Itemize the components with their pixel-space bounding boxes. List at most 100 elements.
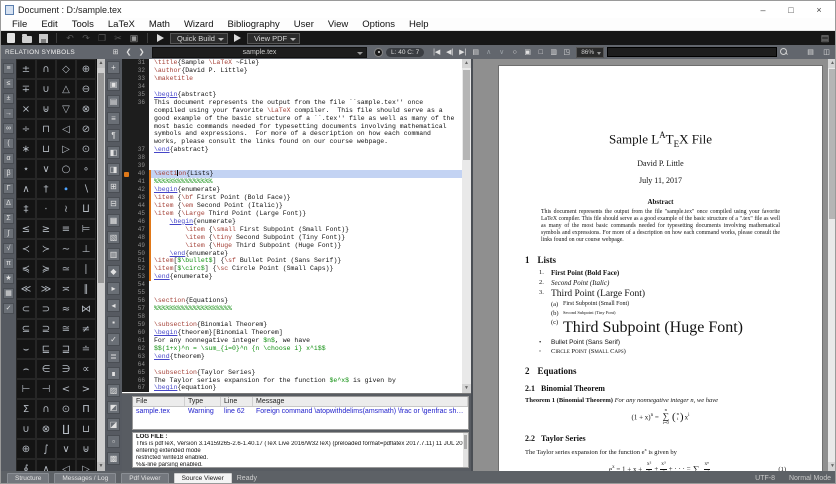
status-button-pdf-viewer[interactable]: Pdf Viewer bbox=[121, 472, 169, 483]
cut-icon[interactable]: ✂ bbox=[112, 32, 124, 44]
code-line[interactable]: 53 \end{enumerate} bbox=[122, 273, 471, 282]
code-line[interactable]: 62 $$(1+x)^n = \sum_{i=0}^n {n \choose i}… bbox=[122, 344, 471, 353]
side-tool-icon-23[interactable]: ▫ bbox=[107, 435, 120, 448]
symbol-cell[interactable]: ⊑ bbox=[36, 339, 56, 359]
maximize-button[interactable]: □ bbox=[777, 5, 805, 15]
code-line[interactable]: 31 \title{Sample \LaTeX ~File} bbox=[122, 59, 471, 67]
left-tab-icon-3[interactable]: ± bbox=[3, 93, 14, 104]
symbol-cell[interactable]: ◁ bbox=[56, 119, 76, 139]
side-tool-icon-22[interactable]: ◪ bbox=[107, 418, 120, 431]
left-tab-icon-13[interactable]: √ bbox=[3, 243, 14, 254]
detach-viewer-icon[interactable]: ◫ bbox=[820, 47, 833, 58]
code-line[interactable]: 66 The Taylor series expansion for the fu… bbox=[122, 376, 471, 385]
menu-user[interactable]: User bbox=[287, 19, 321, 30]
code-line[interactable]: 63 \end{theorem} bbox=[122, 352, 471, 361]
code-line[interactable]: 48 \item {\tiny Second Subpoint (Tiny Fo… bbox=[122, 233, 471, 242]
symbol-cell[interactable]: ⊥ bbox=[76, 239, 96, 259]
side-tool-icon-17[interactable]: ✓ bbox=[107, 333, 120, 346]
side-tool-icon-10[interactable]: ▦ bbox=[107, 214, 120, 227]
search-icon[interactable] bbox=[780, 48, 788, 56]
symbol-cell[interactable]: ∙ bbox=[56, 179, 76, 199]
code-line[interactable]: 50 \end{enumerate} bbox=[122, 249, 471, 258]
undo-icon[interactable]: ↶ bbox=[64, 32, 76, 44]
code-line[interactable]: 41%%%%%%%%%%%%%%% bbox=[122, 178, 471, 186]
symbol-cell[interactable]: ∓ bbox=[16, 79, 36, 99]
symbol-cell[interactable]: ◁ bbox=[56, 459, 76, 471]
stop-process-icon[interactable] bbox=[374, 47, 383, 57]
code-line[interactable]: 45 \item {\Large Third Point (Large Font)… bbox=[122, 209, 471, 218]
symbol-cell[interactable]: ∼ bbox=[56, 239, 76, 259]
side-tool-icon-15[interactable]: ◂ bbox=[107, 299, 120, 312]
symbol-cell[interactable]: ≠ bbox=[76, 319, 96, 339]
symbol-cell[interactable]: ∮ bbox=[16, 459, 36, 471]
side-tool-icon-18[interactable]: ≣ bbox=[107, 350, 120, 363]
left-tab-icon-14[interactable]: π bbox=[3, 258, 14, 269]
code-line[interactable]: 46 \begin{enumerate} bbox=[122, 217, 471, 226]
symbol-cell[interactable]: ⋈ bbox=[76, 299, 96, 319]
side-tool-icon-3[interactable]: ▤ bbox=[107, 95, 120, 108]
pdf-scrollbar[interactable]: ▲ ▼ bbox=[828, 59, 835, 471]
symbol-cell[interactable]: ∋ bbox=[56, 359, 76, 379]
left-tab-icon-8[interactable]: β bbox=[3, 168, 14, 179]
menu-wizard[interactable]: Wizard bbox=[177, 19, 221, 30]
code-line[interactable]: 38 bbox=[122, 154, 471, 163]
code-line[interactable]: 61 For any nonnegative integer $n$, we ha… bbox=[122, 336, 471, 345]
source-viewer-button[interactable]: Source Viewer bbox=[173, 472, 232, 483]
menu-file[interactable]: File bbox=[5, 19, 34, 30]
run-quick-build-icon[interactable] bbox=[157, 34, 164, 42]
side-tool-icon-21[interactable]: ◩ bbox=[107, 401, 120, 414]
code-line[interactable]: 40 \section{Lists} bbox=[122, 170, 471, 179]
left-tab-icon-7[interactable]: α bbox=[3, 153, 14, 164]
paste-icon[interactable]: ▣ bbox=[128, 32, 140, 44]
symbol-cell[interactable]: ⊕ bbox=[76, 59, 96, 79]
symbol-cell[interactable]: ≫ bbox=[36, 279, 56, 299]
code-line[interactable]: symbols and expressions. For more of a d… bbox=[122, 130, 471, 139]
symbol-cell[interactable]: ± bbox=[16, 59, 36, 79]
menu-math[interactable]: Math bbox=[142, 19, 177, 30]
message-row[interactable]: sample.tex Warning line 62 Foreign command … bbox=[133, 407, 468, 417]
save-icon[interactable] bbox=[37, 32, 49, 44]
editor-scrollbar[interactable]: ▲ ▼ bbox=[462, 59, 471, 393]
code-line[interactable]: 67 \begin{equation} bbox=[122, 384, 471, 393]
symbol-cell[interactable]: ⊨ bbox=[76, 219, 96, 239]
symbol-cell[interactable]: ⊣ bbox=[36, 379, 56, 399]
symbol-cell[interactable]: ◇ bbox=[56, 59, 76, 79]
next-page-icon[interactable]: ▶| bbox=[456, 47, 469, 58]
symbol-cell[interactable]: ≪ bbox=[16, 279, 36, 299]
symbol-cell[interactable]: ▽ bbox=[56, 99, 76, 119]
symbol-cell[interactable]: ≡ bbox=[56, 219, 76, 239]
symbol-cell[interactable]: ∘ bbox=[76, 159, 96, 179]
symbol-cell[interactable]: ⊔ bbox=[76, 419, 96, 439]
log-scrollbar[interactable] bbox=[463, 433, 468, 467]
symbol-cell[interactable]: ⋆ bbox=[16, 159, 36, 179]
side-tool-icon-14[interactable]: ▸ bbox=[107, 282, 120, 295]
code-line[interactable]: 47 \item {\small First Subpoint (Small F… bbox=[122, 225, 471, 234]
code-line[interactable]: 36 This document represents the output fr… bbox=[122, 98, 471, 107]
symbol-cell[interactable]: ⊒ bbox=[56, 339, 76, 359]
symbol-cell[interactable]: ÷ bbox=[16, 119, 36, 139]
symbol-cell[interactable]: ∖ bbox=[76, 179, 96, 199]
search-input[interactable] bbox=[607, 47, 778, 57]
symbol-table-icon[interactable]: ⊞ bbox=[109, 47, 122, 58]
fit-width-icon[interactable]: ▣ bbox=[521, 47, 534, 58]
code-line[interactable]: 58 bbox=[122, 313, 471, 321]
code-line[interactable]: 49 \item {\Huge Third Subpoint (Huge Fon… bbox=[122, 241, 471, 250]
code-line[interactable]: 52 \item[$\circ$] {\sc Circle Point (Smal… bbox=[122, 265, 471, 274]
code-line[interactable]: 32 \author{David P. Little} bbox=[122, 66, 471, 75]
status-button-structure[interactable]: Structure bbox=[7, 472, 50, 483]
code-line[interactable]: 56 \section{Equations} bbox=[122, 297, 471, 306]
symbol-cell[interactable]: ∈ bbox=[36, 359, 56, 379]
symbol-cell[interactable]: ⌢ bbox=[16, 359, 36, 379]
zoom-level-dropdown[interactable]: 86% bbox=[576, 46, 605, 58]
side-tool-icon-4[interactable]: ≡ bbox=[107, 112, 120, 125]
symbol-cell[interactable]: ≻ bbox=[36, 239, 56, 259]
side-tool-icon-24[interactable]: ▩ bbox=[107, 452, 120, 465]
next-document-icon[interactable]: ❯ bbox=[135, 47, 148, 58]
side-tool-icon-1[interactable]: + bbox=[107, 61, 120, 74]
side-tool-icon-19[interactable]: ∎ bbox=[107, 367, 120, 380]
symbol-cell[interactable]: Π bbox=[76, 399, 96, 419]
symbol-cell[interactable]: Σ bbox=[16, 399, 36, 419]
code-line[interactable]: good example of the basic structure of a… bbox=[122, 114, 471, 123]
symbol-cell[interactable]: ‡ bbox=[16, 199, 36, 219]
page-list-icon[interactable]: ▤ bbox=[469, 47, 482, 58]
